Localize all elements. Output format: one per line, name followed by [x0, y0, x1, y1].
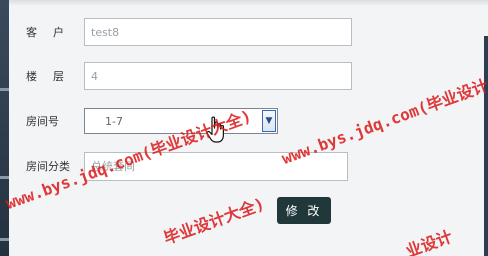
- watermark-text: 毕业设计大全): [161, 194, 267, 249]
- floor-value: 4: [91, 69, 98, 83]
- room-category-input[interactable]: 总统套间: [84, 151, 348, 181]
- sidebar-marker: [0, 88, 9, 91]
- sidebar-marker: [0, 238, 9, 241]
- customer-input[interactable]: test8: [84, 18, 352, 46]
- watermark-text: 业设计: [403, 226, 455, 256]
- hand-cursor-icon: [206, 116, 224, 143]
- sidebar-edge: [0, 0, 9, 256]
- floor-label: 楼层: [26, 70, 80, 83]
- sidebar-marker: [0, 176, 9, 179]
- chevron-down-icon[interactable]: ▼: [262, 110, 276, 132]
- room-category-label: 房间分类: [26, 160, 70, 173]
- floor-row: 楼层 4: [26, 62, 352, 90]
- room-category-row: 房间分类 总统套间: [26, 151, 348, 181]
- header-shadow: [9, 0, 488, 6]
- edit-room-page: 客户 test8 楼层 4 房间号 1-7 ▼ 房间分类 总统套间 修 改 ww…: [0, 0, 488, 256]
- room-number-row: 房间号 1-7 ▼: [26, 107, 278, 135]
- customer-label: 客户: [26, 26, 80, 39]
- scrollbar-edge[interactable]: [484, 36, 488, 256]
- submit-modify-button[interactable]: 修 改: [277, 197, 331, 224]
- room-number-value: 1-7: [105, 114, 123, 128]
- customer-value: test8: [91, 25, 120, 39]
- room-category-placeholder: 总统套间: [91, 160, 135, 173]
- room-number-label: 房间号: [26, 115, 59, 128]
- customer-row: 客户 test8: [26, 18, 352, 46]
- room-number-select[interactable]: 1-7 ▼: [84, 108, 278, 134]
- floor-input[interactable]: 4: [84, 62, 352, 90]
